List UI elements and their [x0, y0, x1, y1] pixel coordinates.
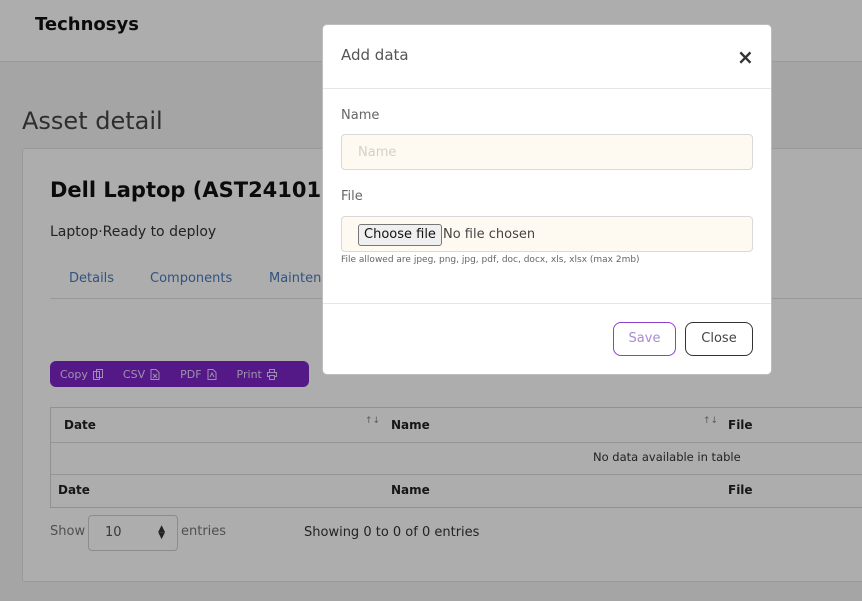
modal-title: Add data — [341, 46, 409, 64]
file-status-text: No file chosen — [443, 227, 536, 242]
modal-header: Add data × — [323, 25, 771, 89]
modal-footer-divider — [323, 303, 771, 304]
close-button[interactable]: Close — [685, 322, 753, 356]
save-button[interactable]: Save — [613, 322, 676, 356]
choose-file-button[interactable]: Choose file — [358, 224, 442, 246]
add-data-modal: Add data × Name File Choose file No file… — [322, 24, 772, 375]
name-label: Name — [341, 108, 380, 123]
file-label: File — [341, 189, 363, 204]
file-input[interactable]: Choose file No file chosen — [341, 216, 753, 252]
file-hint: File allowed are jpeg, png, jpg, pdf, do… — [341, 255, 640, 265]
name-input[interactable] — [341, 134, 753, 170]
close-icon[interactable]: × — [737, 45, 754, 69]
